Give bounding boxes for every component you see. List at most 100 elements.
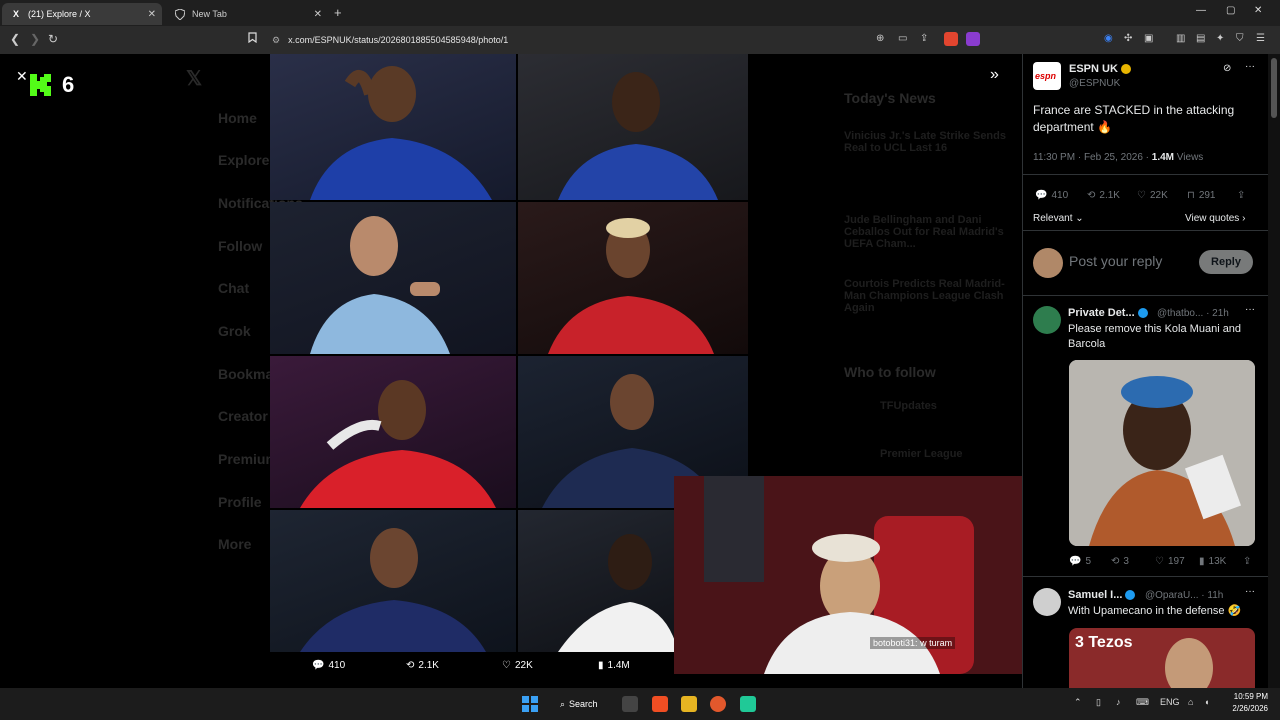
expand-panel-icon[interactable]: » <box>990 66 999 84</box>
views-count: 1.4M <box>607 660 630 671</box>
close-tab-icon[interactable]: ✕ <box>314 9 322 20</box>
tab-explore[interactable]: X (21) Explore / X ✕ <box>2 3 162 25</box>
tray-overflow-icon[interactable]: ⌃ <box>1074 697 1082 708</box>
reply-author-handle[interactable]: @OparaU... · 11h <box>1145 590 1223 601</box>
share-icon[interactable]: ⇪ <box>1237 190 1245 201</box>
tab-new-tab[interactable]: New Tab ✕ <box>166 3 328 25</box>
reply-stat[interactable]: 💬 410 <box>1035 190 1068 201</box>
bookmark-icon: ⊓ <box>1187 190 1195 201</box>
forward-icon[interactable]: ❯ <box>30 32 40 46</box>
maximize-button[interactable]: ▢ <box>1226 5 1235 16</box>
brave-shields-icon[interactable] <box>944 32 958 46</box>
author-name[interactable]: ESPN UK <box>1069 63 1131 75</box>
photo-reply-button[interactable]: 💬 410 <box>312 660 345 671</box>
espn-logo-icon: espn <box>1035 71 1057 81</box>
reply-avatar[interactable] <box>1033 588 1061 616</box>
view-quotes-link[interactable]: View quotes › <box>1185 213 1245 224</box>
menu-icon[interactable]: ☰ <box>1256 33 1265 44</box>
leo-icon[interactable]: ✦ <box>1216 33 1224 44</box>
cast-icon[interactable]: ▭ <box>898 33 907 44</box>
news-heading: Today's News <box>844 90 936 106</box>
minimize-button[interactable]: — <box>1196 5 1206 16</box>
sidebar-icon[interactable]: ▥ <box>1176 33 1185 44</box>
firefox-icon[interactable] <box>710 696 726 712</box>
reply-author-name[interactable]: Private Det... <box>1068 307 1148 319</box>
divider <box>1023 174 1268 175</box>
keyboard-icon[interactable]: ⌨ <box>1136 697 1149 708</box>
more-options-icon[interactable]: ··· <box>1245 586 1255 597</box>
windows-taskbar: ⌕ Search ⌃ ▯ ♪ ⌨ ENG ⌂ ◖ 10:59 PM 2/26/2… <box>0 688 1280 720</box>
taskbar-search[interactable]: ⌕ Search <box>554 694 608 714</box>
photo-repost-button[interactable]: ⟲ 2.1K <box>406 660 439 671</box>
follow-suggestion: Premier League <box>880 448 963 460</box>
more-options-icon[interactable]: ··· <box>1245 61 1255 72</box>
repost-icon: ⟲ <box>1087 190 1096 201</box>
bookmark-stat[interactable]: ⊓ 291 <box>1187 190 1216 201</box>
player-photo <box>518 202 748 354</box>
author-handle[interactable]: @ESPNUK <box>1069 78 1120 89</box>
volume-icon[interactable]: ◖ <box>1204 697 1209 707</box>
player-photo <box>518 510 678 652</box>
reply-reply-stat[interactable]: 💬 5 <box>1069 556 1091 567</box>
puzzle-icon[interactable]: ✣ <box>1124 33 1132 44</box>
zoom-icon[interactable]: ⊕ <box>876 33 884 44</box>
scrollbar-thumb[interactable] <box>1271 58 1277 118</box>
windows-start-icon[interactable] <box>522 696 538 712</box>
wallet-icon[interactable]: ▤ <box>1196 33 1205 44</box>
share-icon[interactable]: ⇪ <box>1243 556 1251 567</box>
sort-dropdown[interactable]: Relevant ⌄ <box>1033 213 1084 224</box>
language-indicator[interactable]: ENG <box>1160 697 1180 707</box>
search-icon: ⌕ <box>560 698 566 709</box>
nav-explore: Explore <box>218 152 270 168</box>
user-avatar[interactable] <box>1033 248 1063 278</box>
file-explorer-icon[interactable] <box>681 696 697 712</box>
repost-stat[interactable]: ⟲ 2.1K <box>1087 190 1120 201</box>
vpn-icon[interactable]: ⛉ <box>1236 33 1244 44</box>
app-icon[interactable] <box>740 696 756 712</box>
close-tab-icon[interactable]: ✕ <box>148 9 156 20</box>
reply-count: 410 <box>328 660 346 671</box>
usb-icon[interactable]: ▯ <box>1096 697 1101 708</box>
grok-icon[interactable]: ⊘ <box>1223 63 1231 74</box>
more-options-icon[interactable]: ··· <box>1245 304 1255 315</box>
reply-image[interactable] <box>1069 360 1255 546</box>
new-tab-button[interactable]: + <box>334 5 342 20</box>
address-bar[interactable]: ⚙ x.com/ESPNUK/status/202680188550458594… <box>272 30 872 50</box>
reply-avatar[interactable] <box>1033 306 1061 334</box>
nav-follow: Follow <box>218 238 263 254</box>
back-icon[interactable]: ❮ <box>10 32 20 46</box>
reply-views-stat[interactable]: ▮ 13K <box>1199 556 1226 567</box>
network-icon[interactable]: ⌂ <box>1188 697 1193 707</box>
reload-icon[interactable]: ↻ <box>48 32 58 46</box>
page-scrollbar[interactable] <box>1268 54 1280 688</box>
espn-avatar[interactable]: espn <box>1033 62 1061 90</box>
site-info-icon[interactable]: ⚙ <box>272 35 280 46</box>
search-label: Search <box>569 699 598 709</box>
brave-browser-icon[interactable] <box>652 696 668 712</box>
microphone-icon[interactable]: ♪ <box>1116 697 1121 707</box>
reply-button[interactable]: Reply <box>1199 250 1253 274</box>
close-window-button[interactable]: ✕ <box>1254 5 1262 16</box>
reply-author-handle[interactable]: @thatbo... · 21h <box>1157 308 1229 319</box>
url-text: x.com/ESPNUK/status/2026801885504585948/… <box>288 35 509 45</box>
extension-icon[interactable]: ◉ <box>1104 33 1113 44</box>
reply-input[interactable]: Post your reply <box>1069 253 1162 270</box>
photo-like-button[interactable]: ♡ 22K <box>502 660 533 671</box>
photo-views-button[interactable]: ▮ 1.4M <box>598 660 630 671</box>
nav-home: Home <box>218 110 257 126</box>
taskbar-clock[interactable]: 10:59 PM 2/26/2026 <box>1222 691 1268 715</box>
bookmark-icon[interactable] <box>248 32 257 46</box>
reply-author-name[interactable]: Samuel I... <box>1068 589 1136 601</box>
reply-like-stat[interactable]: ♡ 197 <box>1155 556 1185 567</box>
tweet-timestamp: 11:30 PM · Feb 25, 2026 · 1.4M Views <box>1033 152 1204 163</box>
share-icon[interactable]: ⇪ <box>920 33 928 44</box>
tab-manager-icon[interactable]: ▣ <box>1144 33 1153 44</box>
reply-image[interactable]: 3 Tezos <box>1069 628 1255 688</box>
close-photo-icon[interactable]: ✕ <box>16 68 28 85</box>
reply-repost-stat[interactable]: ⟲ 3 <box>1111 556 1129 567</box>
task-view-icon[interactable] <box>622 696 638 712</box>
brave-rewards-icon[interactable] <box>966 32 980 46</box>
nav-profile: Profile <box>218 494 262 510</box>
like-stat[interactable]: ♡ 22K <box>1137 190 1168 201</box>
verified-icon <box>1125 590 1136 601</box>
